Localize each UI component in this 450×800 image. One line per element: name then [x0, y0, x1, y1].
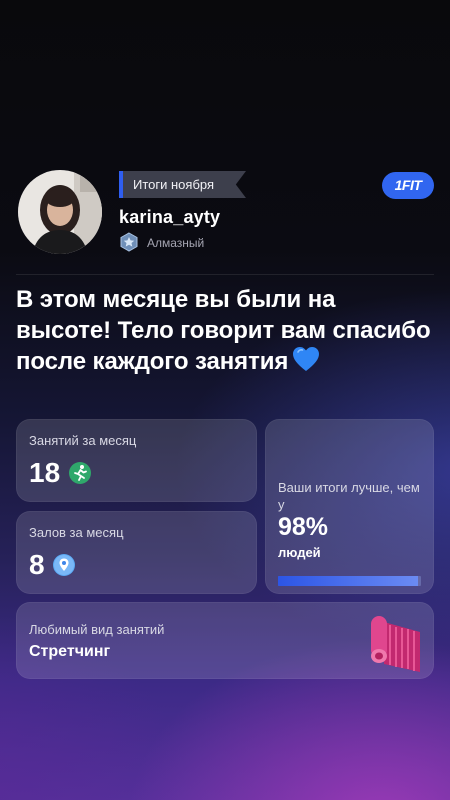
- favorite-activity-value: Стретчинг: [29, 643, 111, 660]
- favorite-activity-card: Любимый вид занятий Стретчинг: [16, 602, 434, 679]
- avatar: [18, 170, 102, 254]
- yoga-mat-icon: [366, 612, 424, 679]
- comparison-suffix: людей: [278, 545, 321, 560]
- blue-heart-icon: [292, 346, 320, 380]
- gyms-value: 8: [29, 549, 45, 580]
- comparison-progress-bar: [278, 576, 421, 586]
- workouts-card: Занятий за месяц 18: [16, 419, 257, 502]
- headline-text: В этом месяце вы были на высоте! Тело го…: [16, 286, 431, 375]
- workouts-value: 18: [29, 457, 61, 488]
- comparison-card: Ваши итоги лучше, чем у 98% людей: [265, 419, 434, 594]
- favorite-activity-label: Любимый вид занятий: [29, 622, 165, 637]
- headline: В этом месяце вы были на высоте! Тело го…: [16, 284, 436, 380]
- month-summary-tag: Итоги ноября: [119, 171, 246, 198]
- divider: [16, 274, 434, 275]
- username: karina_ayty: [119, 207, 221, 227]
- brand-logo: 1FIT: [382, 172, 434, 199]
- workouts-label: Занятий за месяц: [29, 433, 137, 448]
- comparison-label: Ваши итоги лучше, чем у: [278, 480, 420, 512]
- gyms-card: Залов за месяц 8: [16, 511, 257, 594]
- comparison-percent: 98%: [278, 513, 329, 541]
- running-person-icon: [69, 462, 91, 484]
- comparison-progress-fill: [278, 576, 419, 586]
- diamond-badge-icon: [119, 232, 139, 252]
- location-pin-icon: [53, 554, 75, 576]
- gyms-label: Залов за месяц: [29, 525, 124, 540]
- user-level-label: Алмазный: [147, 236, 205, 250]
